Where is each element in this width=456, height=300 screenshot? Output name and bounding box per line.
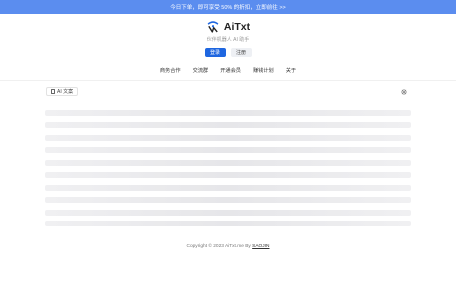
nav-item-business[interactable]: 商务合作 xyxy=(160,67,181,74)
brand-logo[interactable]: AiTxt xyxy=(0,20,456,34)
nav-item-community[interactable]: 交流群 xyxy=(193,67,209,74)
skeleton-line xyxy=(45,160,411,166)
tab-ai-copywriting[interactable]: AI 文案 xyxy=(46,87,79,96)
register-button[interactable]: 注册 xyxy=(230,48,252,57)
skeleton-line xyxy=(45,185,411,191)
brand-name: AiTxt xyxy=(223,21,251,33)
tab-label: AI 文案 xyxy=(57,89,74,95)
main-nav: 商务合作 交流群 开通会员 赚钱计划 关于 xyxy=(0,67,456,74)
promo-text[interactable]: 今日下单，即可享受 50% 的折扣，立即前往 >> xyxy=(170,3,286,11)
skeleton-line xyxy=(45,147,411,153)
skeleton-line xyxy=(45,135,411,141)
copyright-text: Copyright © 2023 AiTxt.me By xyxy=(186,244,253,249)
skeleton-line xyxy=(45,172,411,178)
skeleton-line xyxy=(45,221,411,226)
skeleton-line xyxy=(45,210,411,216)
header-divider xyxy=(0,80,456,81)
nav-item-about[interactable]: 关于 xyxy=(286,67,296,74)
promo-banner[interactable]: 今日下单，即可享受 50% 的折扣，立即前往 >> xyxy=(0,0,456,14)
logo-icon xyxy=(207,21,219,33)
skeleton-line xyxy=(45,122,411,128)
footer-copyright: Copyright © 2023 AiTxt.me By SAOJIN xyxy=(0,244,456,249)
nav-item-earn[interactable]: 赚钱计划 xyxy=(253,67,274,74)
nav-item-membership[interactable]: 开通会员 xyxy=(220,67,241,74)
document-icon xyxy=(51,89,55,94)
skeleton-line xyxy=(45,197,411,203)
auth-buttons: 登录 注册 xyxy=(0,48,456,57)
gear-icon[interactable] xyxy=(401,89,407,95)
author-link[interactable]: SAOJIN xyxy=(252,244,269,249)
login-button[interactable]: 登录 xyxy=(204,48,226,57)
brand-tagline: 伙伴机器人 AI 助手 xyxy=(206,37,250,43)
skeleton-line xyxy=(45,110,411,116)
